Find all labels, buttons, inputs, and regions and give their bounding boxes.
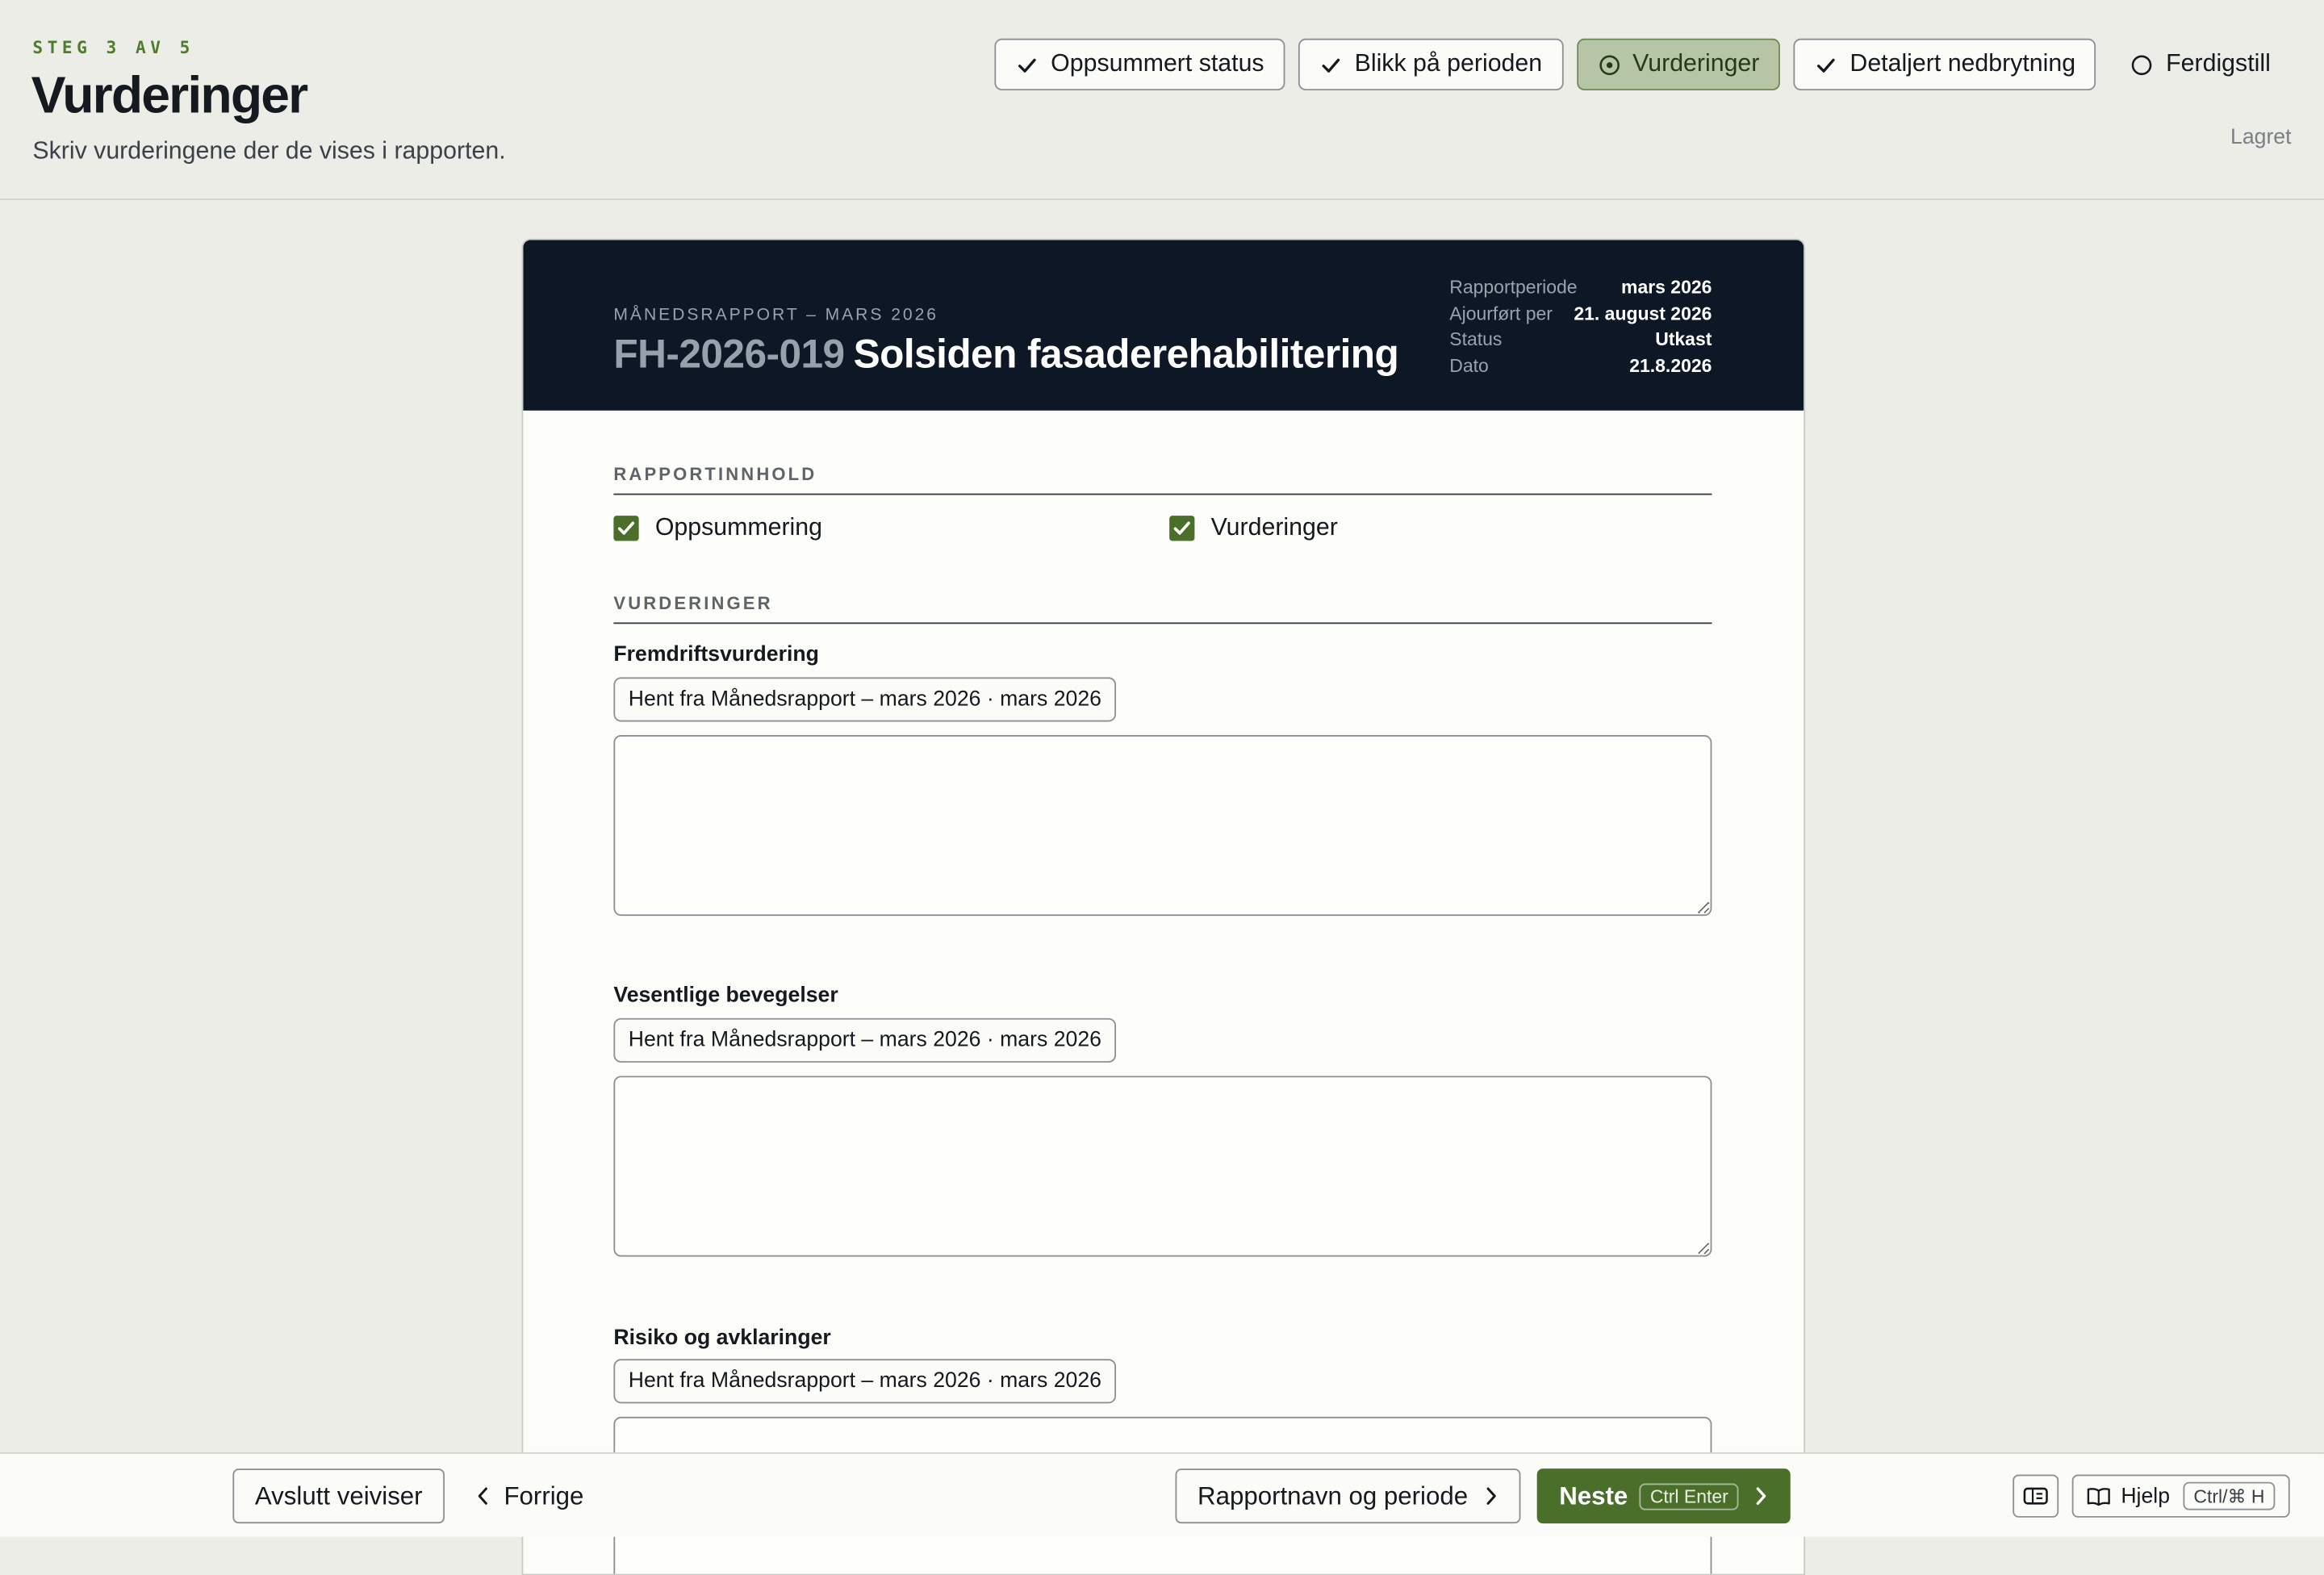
step-vurderinger[interactable]: Vurderinger	[1576, 38, 1781, 91]
checkbox-vurderinger[interactable]: Vurderinger	[1169, 514, 1338, 542]
step-navigation: Oppsummert status Blikk på perioden Vurd…	[994, 38, 2291, 91]
checkbox-label: Vurderinger	[1210, 514, 1338, 541]
field-label-vesentlige-bevegelser: Vesentlige bevegelser	[613, 984, 838, 1008]
book-icon	[2087, 1486, 2110, 1506]
step-label: Ferdigstill	[2166, 50, 2271, 77]
step-indicator: STEG 3 AV 5	[32, 36, 194, 58]
meta-value: 21.8.2026	[1629, 354, 1712, 376]
check-icon	[1017, 54, 1038, 75]
meta-row: Status Utkast	[1449, 329, 1712, 355]
step-blikk-paa-perioden[interactable]: Blikk på perioden	[1298, 38, 1563, 91]
meta-row: Dato 21.8.2026	[1449, 355, 1712, 381]
report-header: MÅNEDSRAPPORT – MARS 2026 FH-2026-019 Sol…	[523, 240, 1804, 411]
report-meta: Rapportperiode mars 2026 Ajourført per 2…	[1449, 277, 1712, 381]
fetch-button-vesentlige-bevegelser[interactable]: Hent fra Månedsrapport – mars 2026 · mar…	[613, 1017, 1117, 1063]
report-kicker: MÅNEDSRAPPORT – MARS 2026	[613, 307, 938, 325]
report-document: MÅNEDSRAPPORT – MARS 2026 FH-2026-019 Sol…	[521, 238, 1806, 1575]
meta-value: 21. august 2026	[1574, 303, 1712, 324]
next-label: Neste	[1559, 1481, 1628, 1510]
field-label-fremdriftsvurdering: Fremdriftsvurdering	[613, 643, 819, 667]
meta-key: Ajourført per	[1449, 303, 1553, 324]
next-button[interactable]: Neste Ctrl Enter	[1536, 1468, 1791, 1524]
meta-key: Status	[1449, 328, 1503, 350]
checkbox-oppsummering[interactable]: Oppsummering	[613, 514, 822, 542]
checkbox-checked-icon	[613, 516, 639, 541]
previous-label: Forrige	[504, 1481, 584, 1510]
step-ferdigstill[interactable]: Ferdigstill	[2109, 39, 2291, 90]
fetch-button-fremdriftsvurdering[interactable]: Hent fra Månedsrapport – mars 2026 · mar…	[613, 677, 1117, 722]
meta-row: Ajourført per 21. august 2026	[1449, 303, 1712, 329]
step-oppsummert-status[interactable]: Oppsummert status	[994, 38, 1285, 91]
help-label: Hjelp	[2121, 1484, 2171, 1508]
step-label: Detaljert nedbrytning	[1850, 50, 2076, 77]
help-button[interactable]: Hjelp Ctrl/⌘ H	[2071, 1474, 2290, 1518]
meta-row: Rapportperiode mars 2026	[1449, 277, 1712, 303]
checkbox-checked-icon	[1169, 516, 1195, 541]
chevron-right-icon	[1484, 1486, 1498, 1506]
current-step-icon	[1599, 54, 1620, 75]
project-code: FH-2026-019	[613, 332, 845, 377]
textarea-vesentlige-bevegelser[interactable]	[613, 1076, 1712, 1257]
report-name-label: Rapportnavn og periode	[1198, 1481, 1469, 1510]
wizard-header: STEG 3 AV 5 Vurderinger Skriv vurderinge…	[0, 0, 2324, 200]
empty-circle-icon	[2132, 54, 2153, 75]
meta-value: Utkast	[1655, 328, 1712, 350]
step-label: Vurderinger	[1632, 50, 1760, 77]
step-detaljert-nedbrytning[interactable]: Detaljert nedbrytning	[1793, 38, 2096, 91]
panel-icon	[2023, 1486, 2048, 1506]
checkbox-label: Oppsummering	[654, 514, 822, 541]
exit-wizard-button[interactable]: Avslutt veiviser	[232, 1468, 445, 1524]
page-title: Vurderinger	[31, 66, 309, 125]
report-title: FH-2026-019 Solsiden fasaderehabilitering	[613, 332, 1398, 378]
meta-key: Rapportperiode	[1449, 277, 1578, 299]
meta-key: Dato	[1449, 354, 1489, 376]
help-shortcut: Ctrl/⌘ H	[2183, 1481, 2276, 1510]
section-heading-report-content: RAPPORTINNHOLD	[613, 464, 1712, 495]
chevron-right-icon	[1753, 1486, 1768, 1506]
textarea-fremdriftsvurdering[interactable]	[613, 735, 1712, 917]
field-label-risiko-og-avklaringer: Risiko og avklaringer	[613, 1326, 831, 1351]
project-name: Solsiden fasaderehabilitering	[853, 332, 1399, 377]
panel-toggle-button[interactable]	[2013, 1474, 2059, 1518]
section-heading-assessments: VURDERINGER	[613, 593, 1712, 625]
step-label: Oppsummert status	[1051, 50, 1264, 77]
wizard-footer: Avslutt veiviser Forrige Rapportnavn og …	[0, 1452, 2324, 1537]
step-label: Blikk på perioden	[1354, 50, 1543, 77]
meta-value: mars 2026	[1621, 277, 1712, 299]
fetch-button-risiko-og-avklaringer[interactable]: Hent fra Månedsrapport – mars 2026 · mar…	[613, 1359, 1117, 1404]
report-name-period-button[interactable]: Rapportnavn og periode	[1175, 1468, 1522, 1524]
chevron-left-icon	[476, 1486, 491, 1506]
save-status: Lagret	[2230, 126, 2292, 150]
check-icon	[1320, 54, 1341, 75]
page-subtitle: Skriv vurderingene der de vises i rappor…	[32, 137, 506, 165]
check-icon	[1816, 54, 1837, 75]
previous-button[interactable]: Forrige	[462, 1468, 597, 1523]
next-shortcut: Ctrl Enter	[1639, 1482, 1739, 1510]
